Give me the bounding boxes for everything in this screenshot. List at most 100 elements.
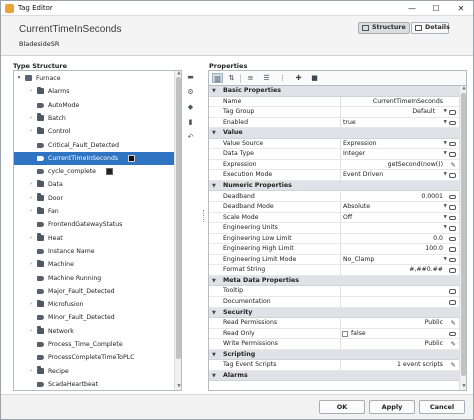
tree-item[interactable]: › Recipe <box>14 365 174 378</box>
binding-link-icon[interactable] <box>449 300 456 305</box>
dropdown-arrow-icon[interactable]: ▼ <box>444 223 447 234</box>
tree-item[interactable]: ProcessCompleteTimeToPLC <box>14 351 174 364</box>
tree-item[interactable]: › Microfusion <box>14 298 174 311</box>
tree-item[interactable]: Instance Name <box>14 245 174 258</box>
property-row[interactable]: Deadband 0.0001 <box>209 191 459 203</box>
chevron-down-icon[interactable]: ▼ <box>212 181 216 192</box>
tree-item[interactable]: › Door <box>14 192 174 205</box>
tree-item[interactable]: › Network <box>14 325 174 338</box>
property-value[interactable]: 1 event scripts <box>397 360 443 371</box>
add-property-icon[interactable]: ✚ <box>293 73 304 83</box>
binding-link-icon[interactable] <box>449 141 456 147</box>
tree-item[interactable]: › Control <box>14 125 174 138</box>
property-row[interactable]: Format String #,##0.## <box>209 265 459 276</box>
binding-link-icon[interactable] <box>449 120 456 126</box>
collapse-icon[interactable]: ≡ <box>245 73 256 83</box>
tree-scroll-thumb[interactable] <box>176 77 181 359</box>
property-value[interactable]: Expression <box>343 139 377 150</box>
binding-link-icon[interactable] <box>449 215 456 221</box>
property-value[interactable]: Public <box>425 339 443 350</box>
property-row[interactable]: Value Source Expression ▼ <box>209 138 459 150</box>
tree-scrollbar[interactable]: ▲ ▼ <box>174 71 181 390</box>
scroll-up-icon[interactable]: ▲ <box>460 86 466 92</box>
property-row[interactable]: Tag Group Default ▼ <box>209 107 459 118</box>
properties-scrollbar[interactable]: ▲ ▼ <box>459 86 466 390</box>
tree-item[interactable]: ▾ Furnace <box>14 72 174 85</box>
chevron-right-icon[interactable]: › <box>28 325 34 338</box>
property-value[interactable]: Event Driven <box>343 170 383 181</box>
tree-item[interactable]: cycle_complete <box>14 165 174 178</box>
property-value[interactable]: 100.0 <box>425 244 443 255</box>
property-value[interactable]: Off <box>343 213 352 224</box>
properties-scroll-thumb[interactable] <box>461 93 466 376</box>
tree-item[interactable]: ScadaHeartbeat <box>14 378 174 390</box>
dropdown-arrow-icon[interactable]: ▼ <box>444 255 447 266</box>
udt-add-icon[interactable]: ⚙ <box>186 88 195 97</box>
tree-item[interactable]: AutoMode <box>14 99 174 112</box>
edit-pencil-icon[interactable]: ✎ <box>451 160 456 171</box>
property-category[interactable]: ▼ Basic Properties <box>209 86 459 97</box>
chevron-down-icon[interactable]: ▼ <box>212 276 216 287</box>
tree-item[interactable]: › Alarms <box>14 85 174 98</box>
scroll-down-icon[interactable]: ▼ <box>460 384 466 390</box>
read-only-checkbox[interactable] <box>342 330 348 337</box>
undo-icon[interactable]: ↶ <box>186 133 195 142</box>
chevron-right-icon[interactable]: › <box>28 365 34 378</box>
ok-button[interactable]: OK <box>319 400 365 414</box>
property-row[interactable]: Scale Mode Off ▼ <box>209 212 459 224</box>
property-value[interactable]: 0.0001 <box>421 192 443 203</box>
edit-pencil-icon[interactable]: ✎ <box>451 339 456 350</box>
dropdown-arrow-icon[interactable]: ▼ <box>444 202 447 213</box>
minimize-button[interactable]: — <box>401 1 423 16</box>
binding-link-icon[interactable] <box>449 331 456 337</box>
chevron-right-icon[interactable]: › <box>28 232 34 245</box>
dropdown-arrow-icon[interactable]: ▼ <box>444 149 447 160</box>
folder-add-icon[interactable]: ▬ <box>186 73 195 82</box>
property-row[interactable]: Tooltip <box>209 286 459 297</box>
delete-icon[interactable]: ▮ <box>186 118 195 127</box>
property-value[interactable]: true <box>343 118 356 129</box>
categorized-icon[interactable]: ▥ <box>212 73 223 83</box>
property-category[interactable]: ▼ Value <box>209 128 459 139</box>
tree-item[interactable]: › Machine <box>14 258 174 271</box>
binding-link-icon[interactable] <box>449 247 456 252</box>
tree-item[interactable]: Critical_Fault_Detected <box>14 139 174 152</box>
tree-item[interactable]: Major_Fault_Detected <box>14 285 174 298</box>
dropdown-arrow-icon[interactable]: ▼ <box>444 170 447 181</box>
binding-link-icon[interactable] <box>449 152 456 157</box>
property-value[interactable]: Default <box>412 107 435 118</box>
property-grid[interactable]: ▲ ▼ ▼ Basic Properties Name CurrentTimeInSe… <box>208 85 467 391</box>
maximize-button[interactable]: ☐ <box>425 1 447 16</box>
filter-icon[interactable]: ⋮ <box>277 73 288 83</box>
property-value[interactable]: CurrentTimeInSeconds <box>373 97 443 108</box>
dropdown-arrow-icon[interactable]: ▼ <box>444 107 447 118</box>
dropdown-arrow-icon[interactable]: ▼ <box>444 139 447 150</box>
property-category[interactable]: ▼ Scripting <box>209 349 459 361</box>
chevron-right-icon[interactable]: › <box>28 178 34 191</box>
expand-icon[interactable]: ☰ <box>261 73 272 83</box>
chevron-right-icon[interactable]: › <box>28 205 34 218</box>
scroll-down-icon[interactable]: ▼ <box>175 384 181 390</box>
property-value[interactable]: Absolute <box>343 202 370 213</box>
delete-property-icon[interactable]: ■ <box>309 73 320 83</box>
property-row[interactable]: Engineering Low Limit 0.0 <box>209 233 459 245</box>
binding-link-icon[interactable] <box>449 205 456 210</box>
property-row[interactable]: Expression getSecond(now()) ✎ <box>209 159 459 171</box>
property-row[interactable]: Documentation <box>209 297 459 308</box>
property-category[interactable]: ▼ Numeric Properties <box>209 180 459 192</box>
type-structure-tree[interactable]: ▲ ▼ ▾ Furnace › Alarms AutoMode › Batch › Contro… <box>13 70 182 391</box>
binding-link-icon[interactable] <box>449 268 456 273</box>
property-category[interactable]: ▼ Security <box>209 307 459 319</box>
property-row[interactable]: Read Permissions Public ✎ <box>209 318 459 329</box>
property-category[interactable]: ▼ Alarms <box>209 370 459 382</box>
binding-link-icon[interactable] <box>449 226 456 231</box>
property-row[interactable]: Engineering Units ▼ <box>209 223 459 234</box>
tree-item[interactable]: Process_Time_Complete <box>14 338 174 351</box>
chevron-right-icon[interactable]: › <box>28 192 34 205</box>
property-value[interactable]: #,##0.## <box>409 265 443 276</box>
dropdown-arrow-icon[interactable]: ▼ <box>444 118 447 129</box>
property-row[interactable]: Read Only false <box>209 328 459 340</box>
cancel-button[interactable]: Cancel <box>419 400 465 414</box>
close-button[interactable]: ✕ <box>449 1 473 16</box>
chevron-down-icon[interactable]: ▼ <box>212 128 216 139</box>
